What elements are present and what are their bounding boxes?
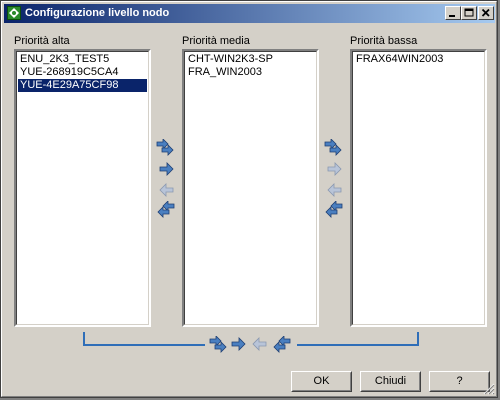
list-item[interactable]: CHT-WIN2K3-SP bbox=[186, 53, 315, 66]
move-all-right-button[interactable] bbox=[209, 336, 229, 354]
move-right-icon bbox=[231, 337, 246, 351]
list-label-low: Priorità bassa bbox=[350, 35, 418, 47]
maximize-button[interactable] bbox=[461, 6, 477, 20]
connector-line bbox=[417, 332, 419, 346]
connector-line bbox=[83, 344, 205, 346]
close-icon bbox=[481, 8, 490, 17]
help-button[interactable]: ? bbox=[429, 371, 490, 392]
close-dialog-button[interactable]: Chiudi bbox=[360, 371, 421, 392]
move-left-icon bbox=[327, 183, 342, 197]
minimize-button[interactable] bbox=[445, 6, 461, 20]
list-item[interactable]: ENU_2K3_TEST5 bbox=[18, 53, 147, 66]
low-priority-list[interactable]: FRAX64WIN2003 bbox=[350, 49, 487, 327]
title-bar[interactable]: Configurazione livello nodo bbox=[4, 4, 495, 23]
move-all-left-icon bbox=[157, 201, 175, 218]
resize-grip-icon[interactable] bbox=[483, 383, 495, 395]
move-all-right-icon bbox=[324, 139, 342, 156]
list-label-high: Priorità alta bbox=[14, 35, 70, 47]
app-icon bbox=[7, 6, 21, 20]
connector-line bbox=[297, 344, 419, 346]
move-left-button[interactable] bbox=[158, 182, 178, 200]
move-all-left-icon bbox=[325, 201, 343, 218]
move-all-right-icon bbox=[209, 336, 227, 353]
move-right-button[interactable] bbox=[326, 161, 346, 179]
medium-priority-list[interactable]: CHT-WIN2K3-SP FRA_WIN2003 bbox=[182, 49, 319, 327]
window-title: Configurazione livello nodo bbox=[25, 7, 170, 19]
dialog-window: Configurazione livello nodo Priorità alt… bbox=[0, 0, 498, 398]
ok-button[interactable]: OK bbox=[291, 371, 352, 392]
list-label-medium: Priorità media bbox=[182, 35, 250, 47]
move-right-button[interactable] bbox=[158, 161, 178, 179]
move-right-icon bbox=[159, 162, 174, 176]
list-item[interactable]: FRAX64WIN2003 bbox=[354, 53, 483, 66]
move-all-right-icon bbox=[156, 139, 174, 156]
move-left-icon bbox=[159, 183, 174, 197]
move-right-icon bbox=[327, 162, 342, 176]
high-priority-list[interactable]: ENU_2K3_TEST5 YUE-268919C5CA4 YUE-4E29A7… bbox=[14, 49, 151, 327]
maximize-icon bbox=[464, 8, 474, 17]
move-left-button[interactable] bbox=[326, 182, 346, 200]
list-item[interactable]: FRA_WIN2003 bbox=[186, 66, 315, 79]
move-all-right-button[interactable] bbox=[324, 139, 344, 157]
move-all-left-icon bbox=[273, 336, 291, 353]
move-all-right-button[interactable] bbox=[156, 139, 176, 157]
list-item-selected[interactable]: YUE-4E29A75CF98 bbox=[18, 79, 147, 92]
move-all-left-button[interactable] bbox=[272, 336, 292, 354]
move-all-left-button[interactable] bbox=[156, 201, 176, 219]
move-left-button[interactable] bbox=[251, 336, 271, 354]
list-item[interactable]: YUE-268919C5CA4 bbox=[18, 66, 147, 79]
move-right-button[interactable] bbox=[230, 336, 250, 354]
minimize-icon bbox=[449, 15, 455, 17]
move-left-icon bbox=[252, 337, 267, 351]
move-all-left-button[interactable] bbox=[324, 201, 344, 219]
close-button[interactable] bbox=[478, 6, 494, 20]
